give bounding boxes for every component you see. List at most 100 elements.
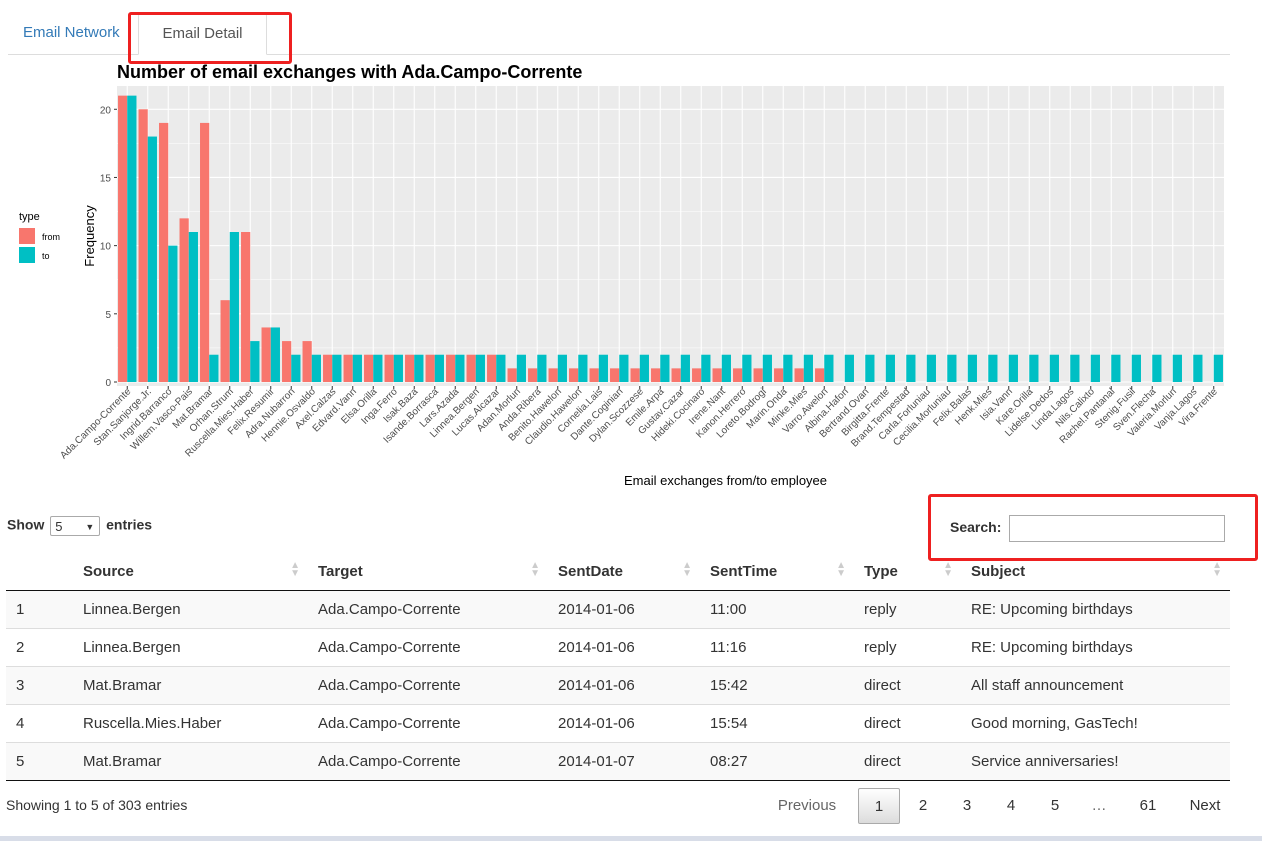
legend-title: type <box>19 211 40 223</box>
search-input[interactable] <box>1009 515 1226 542</box>
cell-target: Ada.Campo-Corrente <box>308 704 548 743</box>
table-row[interactable]: 2 Linnea.Bergen Ada.Campo-Corrente 2014-01-… <box>6 628 1230 667</box>
cell-index: 5 <box>6 742 73 781</box>
bar-to <box>1029 354 1039 382</box>
bar-from <box>118 95 128 383</box>
bar-to <box>537 354 547 382</box>
bar-to <box>578 354 588 382</box>
chevron-down-icon: ▼ <box>85 522 95 532</box>
bar-to <box>803 354 813 382</box>
sort-icon: ▲ ▼ <box>1212 560 1222 579</box>
table-row[interactable]: 5 Mat.Bramar Ada.Campo-Corrente 2014-01-07 0… <box>6 742 1230 781</box>
bar-from <box>569 368 579 382</box>
bar-from <box>425 354 435 382</box>
bar-from <box>282 341 292 382</box>
search-label: Search: <box>950 519 1002 536</box>
bar-from <box>466 354 476 382</box>
bar-from <box>794 368 804 382</box>
x-axis-label: Email exchanges from/to employee <box>624 473 827 488</box>
bar-to <box>209 354 219 382</box>
column-header-index[interactable] <box>6 552 73 591</box>
column-header-source[interactable]: Source ▲ ▼ <box>73 552 308 591</box>
page-button-4[interactable]: 4 <box>994 788 1028 824</box>
cell-source: Linnea.Bergen <box>73 590 308 629</box>
bar-to <box>783 354 793 382</box>
bar-to <box>1090 354 1100 382</box>
y-axis-label: Frequency <box>82 205 97 267</box>
bar-to <box>947 354 957 382</box>
cell-type: direct <box>854 704 961 743</box>
tab-email-detail[interactable]: Email Detail <box>138 12 267 55</box>
page-button-1[interactable]: 1 <box>858 788 900 824</box>
bar-to <box>926 354 936 382</box>
email-exchange-chart: Number of email exchanges with Ada.Campo… <box>19 62 1224 488</box>
bar-from <box>651 368 661 382</box>
bar-to <box>1152 354 1162 382</box>
bar-to <box>270 327 280 382</box>
bar-to <box>1111 354 1121 382</box>
next-page-button[interactable]: Next <box>1180 788 1230 824</box>
bar-to <box>742 354 752 382</box>
bar-to <box>680 354 690 382</box>
y-tick-label: 0 <box>105 378 111 389</box>
cell-index: 4 <box>6 704 73 743</box>
bar-to <box>1193 354 1203 382</box>
column-header-subject[interactable]: Subject ▲ ▼ <box>961 552 1230 591</box>
tab-email-network[interactable]: Email Network <box>8 12 135 54</box>
column-header-sentdate[interactable]: SentDate ▲ ▼ <box>548 552 700 591</box>
bar-to <box>824 354 834 382</box>
bar-to <box>127 95 137 383</box>
email-table: Source ▲ ▼ Target ▲ ▼ SentDate ▲ ▼ SentTime ▲ ▼ … <box>6 552 1230 781</box>
cell-senttime: 15:42 <box>700 666 854 705</box>
bar-to <box>516 354 526 382</box>
sort-icon: ▲ ▼ <box>290 560 300 579</box>
plot-panel <box>117 86 1224 386</box>
page-button-3[interactable]: 3 <box>950 788 984 824</box>
column-header-target[interactable]: Target ▲ ▼ <box>308 552 548 591</box>
bar-from <box>159 122 169 382</box>
bar-to <box>393 354 403 382</box>
bar-to <box>844 354 854 382</box>
entries-length-control: Show 5 ▼ entries <box>7 516 152 536</box>
cell-target: Ada.Campo-Corrente <box>308 666 548 705</box>
bar-from <box>507 368 517 382</box>
cell-senttime: 08:27 <box>700 742 854 781</box>
y-tick-label: 20 <box>100 105 112 116</box>
bar-to <box>639 354 649 382</box>
bar-to <box>1070 354 1080 382</box>
entries-select[interactable]: 5 ▼ <box>50 516 101 536</box>
table-row[interactable]: 4 Ruscella.Mies.Haber Ada.Campo-Corrente 20… <box>6 704 1230 743</box>
cell-target: Ada.Campo-Corrente <box>308 742 548 781</box>
bar-from <box>323 354 333 382</box>
bar-from <box>610 368 620 382</box>
bar-to <box>865 354 875 382</box>
entries-select-value: 5 <box>55 519 63 534</box>
show-label: Show <box>7 516 45 533</box>
bar-from <box>364 354 374 382</box>
bar-from <box>753 368 763 382</box>
table-row[interactable]: 1 Linnea.Bergen Ada.Campo-Corrente 2014-01-… <box>6 590 1230 629</box>
bar-to <box>434 354 444 382</box>
bar-to <box>147 136 157 382</box>
y-tick-label: 5 <box>105 310 111 321</box>
bar-to <box>885 354 895 382</box>
bar-to <box>496 354 506 382</box>
page-button-5[interactable]: 5 <box>1038 788 1072 824</box>
bar-to <box>250 341 260 382</box>
page-button-61[interactable]: 61 <box>1126 788 1170 824</box>
page-button-2[interactable]: 2 <box>906 788 940 824</box>
bar-to <box>455 354 465 382</box>
bar-to <box>311 354 321 382</box>
previous-page-button[interactable]: Previous <box>770 788 844 824</box>
cell-subject: All staff announcement <box>961 666 1230 705</box>
cell-subject: Service anniversaries! <box>961 742 1230 781</box>
entries-label: entries <box>106 516 153 533</box>
bar-from <box>138 109 148 382</box>
cell-senttime: 15:54 <box>700 704 854 743</box>
cell-type: reply <box>854 628 961 667</box>
column-header-type[interactable]: Type ▲ ▼ <box>854 552 961 591</box>
table-row[interactable]: 3 Mat.Bramar Ada.Campo-Corrente 2014-01-06 1… <box>6 666 1230 705</box>
cell-senttime: 11:16 <box>700 628 854 667</box>
column-header-senttime[interactable]: SentTime ▲ ▼ <box>700 552 854 591</box>
cell-index: 1 <box>6 590 73 629</box>
